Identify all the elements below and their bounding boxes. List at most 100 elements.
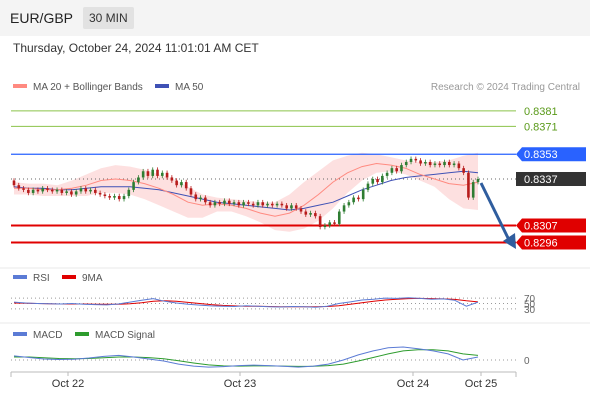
candle-body: [184, 182, 188, 189]
candle-body: [452, 163, 456, 166]
candle-body: [227, 200, 231, 204]
candle-body: [323, 225, 327, 228]
candle-body: [232, 202, 236, 204]
candle-body: [476, 179, 480, 183]
macd-tick-label: 0: [524, 356, 530, 367]
candle-body: [275, 203, 279, 206]
candle-body: [137, 177, 140, 183]
x-tick-label: Oct 22: [52, 378, 84, 390]
candle-body: [457, 163, 461, 169]
candle-body: [404, 161, 408, 166]
candle-body: [70, 191, 73, 195]
ma9-legend-swatch: [62, 275, 76, 279]
ma9-legend-label: 9MA: [82, 273, 103, 284]
candle-body: [41, 188, 45, 192]
candle-body: [98, 192, 102, 195]
candle-body: [103, 194, 107, 197]
credit-text: Research © 2024 Trading Central: [431, 82, 580, 93]
candle-body: [290, 205, 293, 209]
candle-body: [371, 179, 375, 184]
candle-body: [223, 200, 226, 204]
candle-body: [385, 172, 389, 176]
candle-body: [170, 177, 174, 181]
x-tick-label: Oct 23: [224, 378, 256, 390]
x-tick-label: Oct 25: [465, 378, 497, 390]
candle-body: [337, 211, 341, 224]
candle-body: [447, 161, 451, 166]
candle-body: [438, 163, 442, 166]
rsi-legend-label: RSI: [33, 273, 50, 284]
candle-body: [280, 203, 284, 206]
candle-body: [304, 211, 308, 215]
bollinger-band: [14, 152, 478, 232]
candle-body: [419, 160, 422, 164]
candle-body: [428, 161, 432, 166]
candle-body: [127, 189, 131, 197]
candle-body: [251, 203, 255, 206]
candle-body: [395, 168, 398, 172]
candle-body: [84, 188, 88, 192]
candle-body: [328, 222, 332, 226]
candle-body: [414, 158, 418, 161]
candle-body: [165, 172, 169, 178]
candle-body: [462, 168, 465, 173]
candle-body: [467, 172, 470, 198]
candle-body: [156, 169, 159, 176]
candle-body: [74, 191, 78, 195]
candle-body: [151, 169, 155, 176]
resistance-label: 0.8371: [524, 121, 558, 133]
resistance-label: 0.8381: [524, 106, 558, 118]
candle-body: [318, 216, 322, 228]
candle-body: [443, 161, 446, 166]
candle-body: [199, 197, 202, 200]
candle-body: [194, 194, 198, 200]
candle-body: [366, 183, 370, 190]
candle-body: [160, 172, 164, 176]
candle-body: [409, 158, 413, 162]
candle-body: [347, 202, 351, 206]
support-label: 0.8296: [524, 238, 558, 250]
rsi-line: [13, 297, 479, 308]
candle-body: [433, 163, 437, 166]
candle-body: [132, 182, 135, 190]
macd-legend-label: MACD: [33, 330, 62, 341]
candle-body: [266, 203, 269, 206]
rsi-tick-label: 30: [524, 305, 536, 316]
macd-legend-swatch: [13, 332, 27, 336]
candle-body: [342, 205, 346, 212]
candle-body: [122, 196, 126, 200]
candle-body: [79, 188, 83, 192]
candle-body: [218, 202, 221, 204]
candle-body: [55, 189, 59, 192]
candle-body: [242, 202, 245, 206]
price-background: [14, 152, 478, 232]
forecast-arrow: [479, 182, 511, 241]
candle-body: [89, 189, 92, 192]
ma50-legend-label: MA 50: [175, 82, 204, 93]
candle-body: [60, 189, 64, 193]
macd-signal-legend-swatch: [75, 332, 89, 336]
candle-body: [424, 161, 427, 164]
candle-body: [213, 202, 217, 206]
chart-svg: 0.83810.83710.83530.83370.83070.8296 705…: [0, 82, 590, 390]
candle-body: [27, 189, 30, 193]
candle-body: [17, 185, 21, 189]
candle-body: [146, 171, 150, 176]
rsi-legend-swatch: [13, 275, 27, 279]
support-label: 0.8307: [524, 220, 558, 232]
last-price-label: 0.8337: [524, 174, 558, 186]
candle-body: [361, 189, 365, 200]
ma20-legend-label: MA 20 + Bollinger Bands: [33, 82, 143, 93]
candle-body: [400, 165, 403, 172]
candle-body: [333, 222, 336, 224]
candle-body: [50, 189, 54, 192]
candle-body: [65, 191, 68, 193]
candle-body: [314, 213, 317, 217]
pivot-label: 0.8353: [524, 149, 558, 161]
forecast-arrow-head: [503, 233, 516, 249]
candle-body: [376, 179, 379, 183]
candle-body: [204, 197, 207, 203]
candle-body: [36, 189, 40, 192]
candle-body: [299, 208, 303, 212]
chart-page: EUR/GBP 30 MIN Thursday, October 24, 202…: [0, 0, 590, 400]
